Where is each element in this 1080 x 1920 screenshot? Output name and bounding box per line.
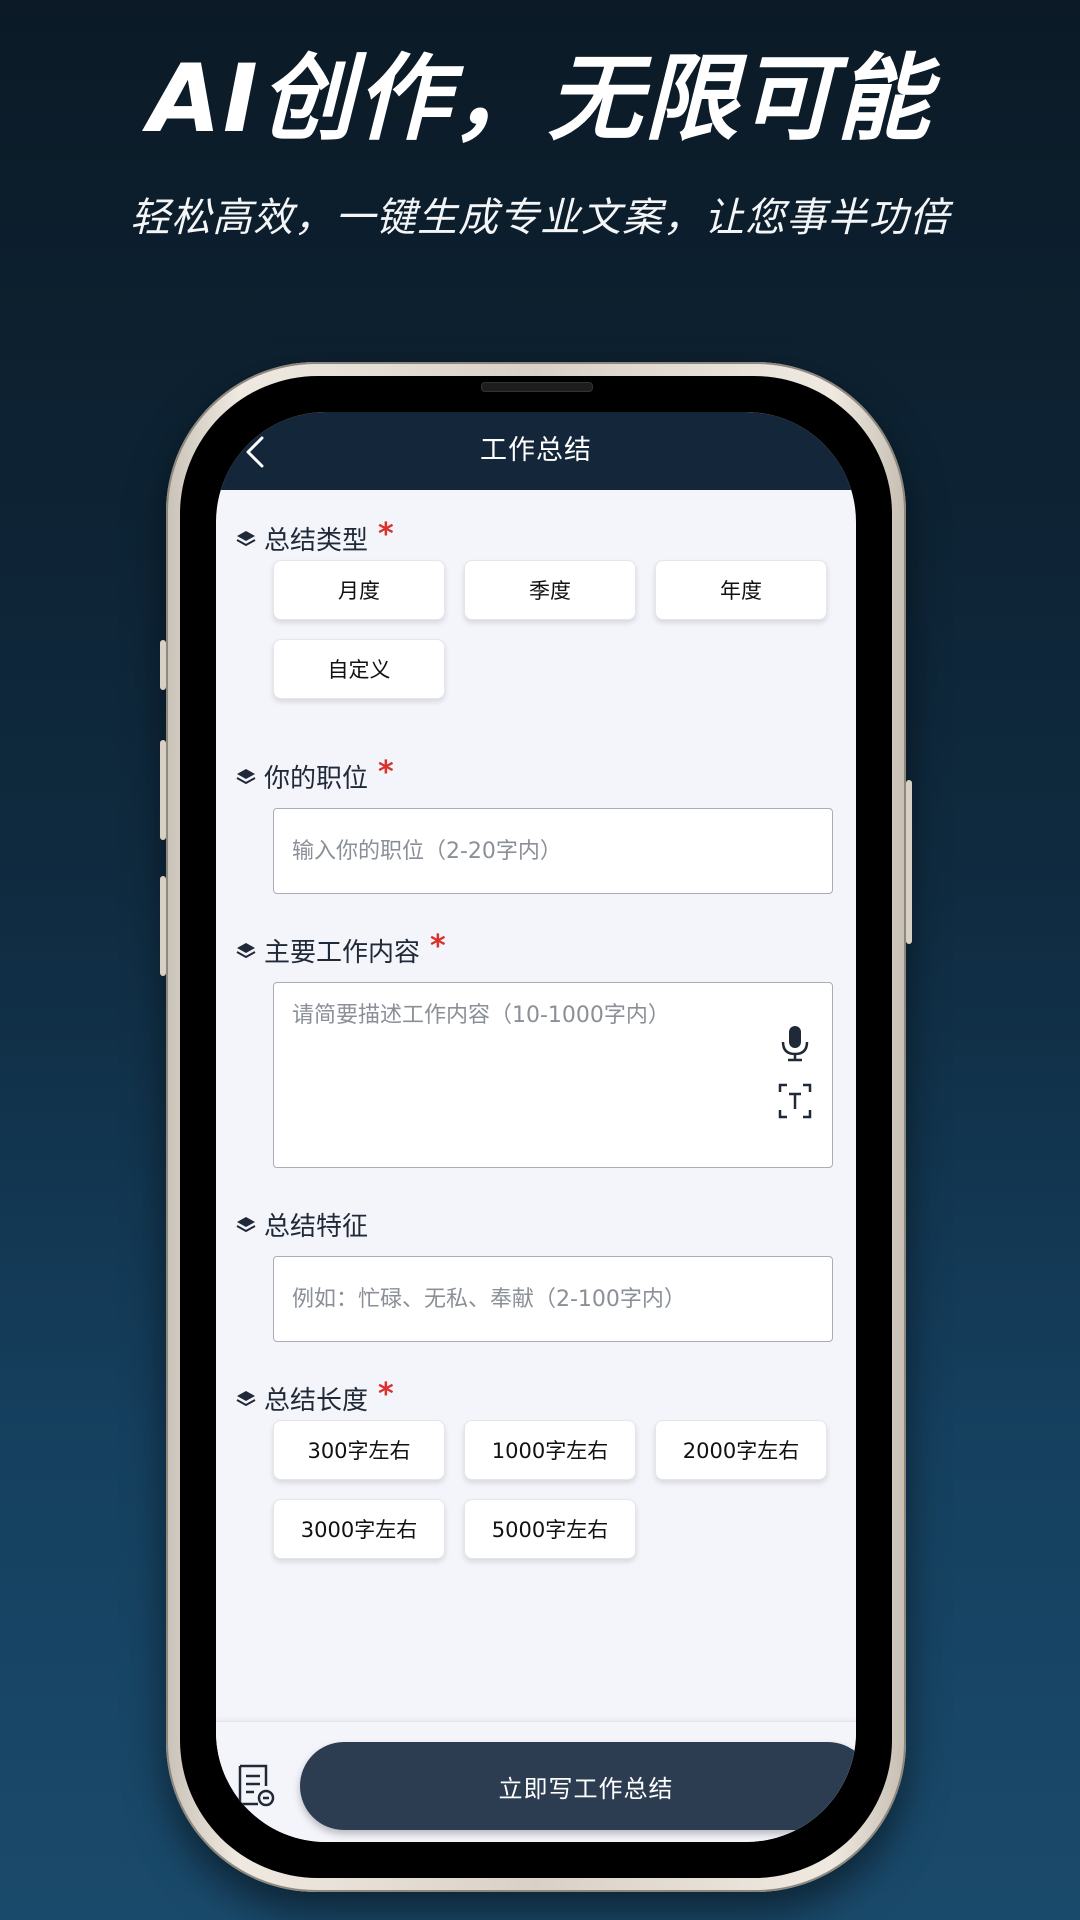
length-option-5000[interactable]: 5000字左右 (464, 1499, 636, 1559)
length-label: 总结长度 * (236, 1377, 394, 1417)
phone-frame: 工作总结 总结类型 * 月度 季度 年度 自定义 你的职位 * 输入你的职位（2… (160, 362, 912, 1892)
position-input[interactable] (273, 808, 833, 894)
summary-type-option-yearly[interactable]: 年度 (655, 560, 827, 620)
required-mark: * (430, 929, 446, 964)
nav-bar: 工作总结 (216, 412, 856, 490)
chevron-left-icon[interactable] (240, 432, 272, 472)
work-content-textarea[interactable] (273, 982, 833, 1168)
layers-icon (236, 1390, 256, 1406)
summary-type-label: 总结类型 * (236, 517, 394, 557)
length-option-300[interactable]: 300字左右 (273, 1420, 445, 1480)
microphone-icon[interactable] (778, 1024, 812, 1062)
app-screen: 工作总结 总结类型 * 月度 季度 年度 自定义 你的职位 * 输入你的职位（2… (216, 412, 856, 1842)
layers-icon (236, 942, 256, 958)
length-option-1000[interactable]: 1000字左右 (464, 1420, 636, 1480)
form-content: 总结类型 * 月度 季度 年度 自定义 你的职位 * 输入你的职位（2-20字内… (216, 490, 856, 1722)
silent-switch (160, 640, 166, 690)
required-mark: * (378, 1377, 394, 1412)
work-content-label: 主要工作内容 * (236, 929, 446, 969)
phone-bezel: 工作总结 总结类型 * 月度 季度 年度 自定义 你的职位 * 输入你的职位（2… (180, 376, 892, 1878)
features-input[interactable] (273, 1256, 833, 1342)
submit-button[interactable]: 立即写工作总结 (300, 1742, 856, 1830)
layers-icon (236, 1216, 256, 1232)
bottom-bar: 立即写工作总结 (216, 1721, 856, 1842)
layers-icon (236, 530, 256, 546)
document-history-icon[interactable] (236, 1764, 276, 1808)
length-option-3000[interactable]: 3000字左右 (273, 1499, 445, 1559)
position-label: 你的职位 * (236, 755, 394, 795)
features-label: 总结特征 (236, 1206, 368, 1243)
volume-up-button (160, 740, 166, 840)
promo-subtitle: 轻松高效，一键生成专业文案，让您事半功倍 (130, 195, 950, 241)
summary-type-option-custom[interactable]: 自定义 (273, 639, 445, 699)
summary-type-option-quarterly[interactable]: 季度 (464, 560, 636, 620)
layers-icon (236, 768, 256, 784)
text-scan-icon[interactable] (778, 1082, 812, 1120)
earpiece-speaker (481, 382, 593, 392)
volume-down-button (160, 876, 166, 976)
promo-title: AI创作，无限可能 (148, 45, 932, 154)
required-mark: * (378, 755, 394, 790)
length-option-2000[interactable]: 2000字左右 (655, 1420, 827, 1480)
power-button (906, 780, 912, 944)
required-mark: * (378, 517, 394, 552)
page-title: 工作总结 (480, 435, 592, 466)
summary-type-option-monthly[interactable]: 月度 (273, 560, 445, 620)
